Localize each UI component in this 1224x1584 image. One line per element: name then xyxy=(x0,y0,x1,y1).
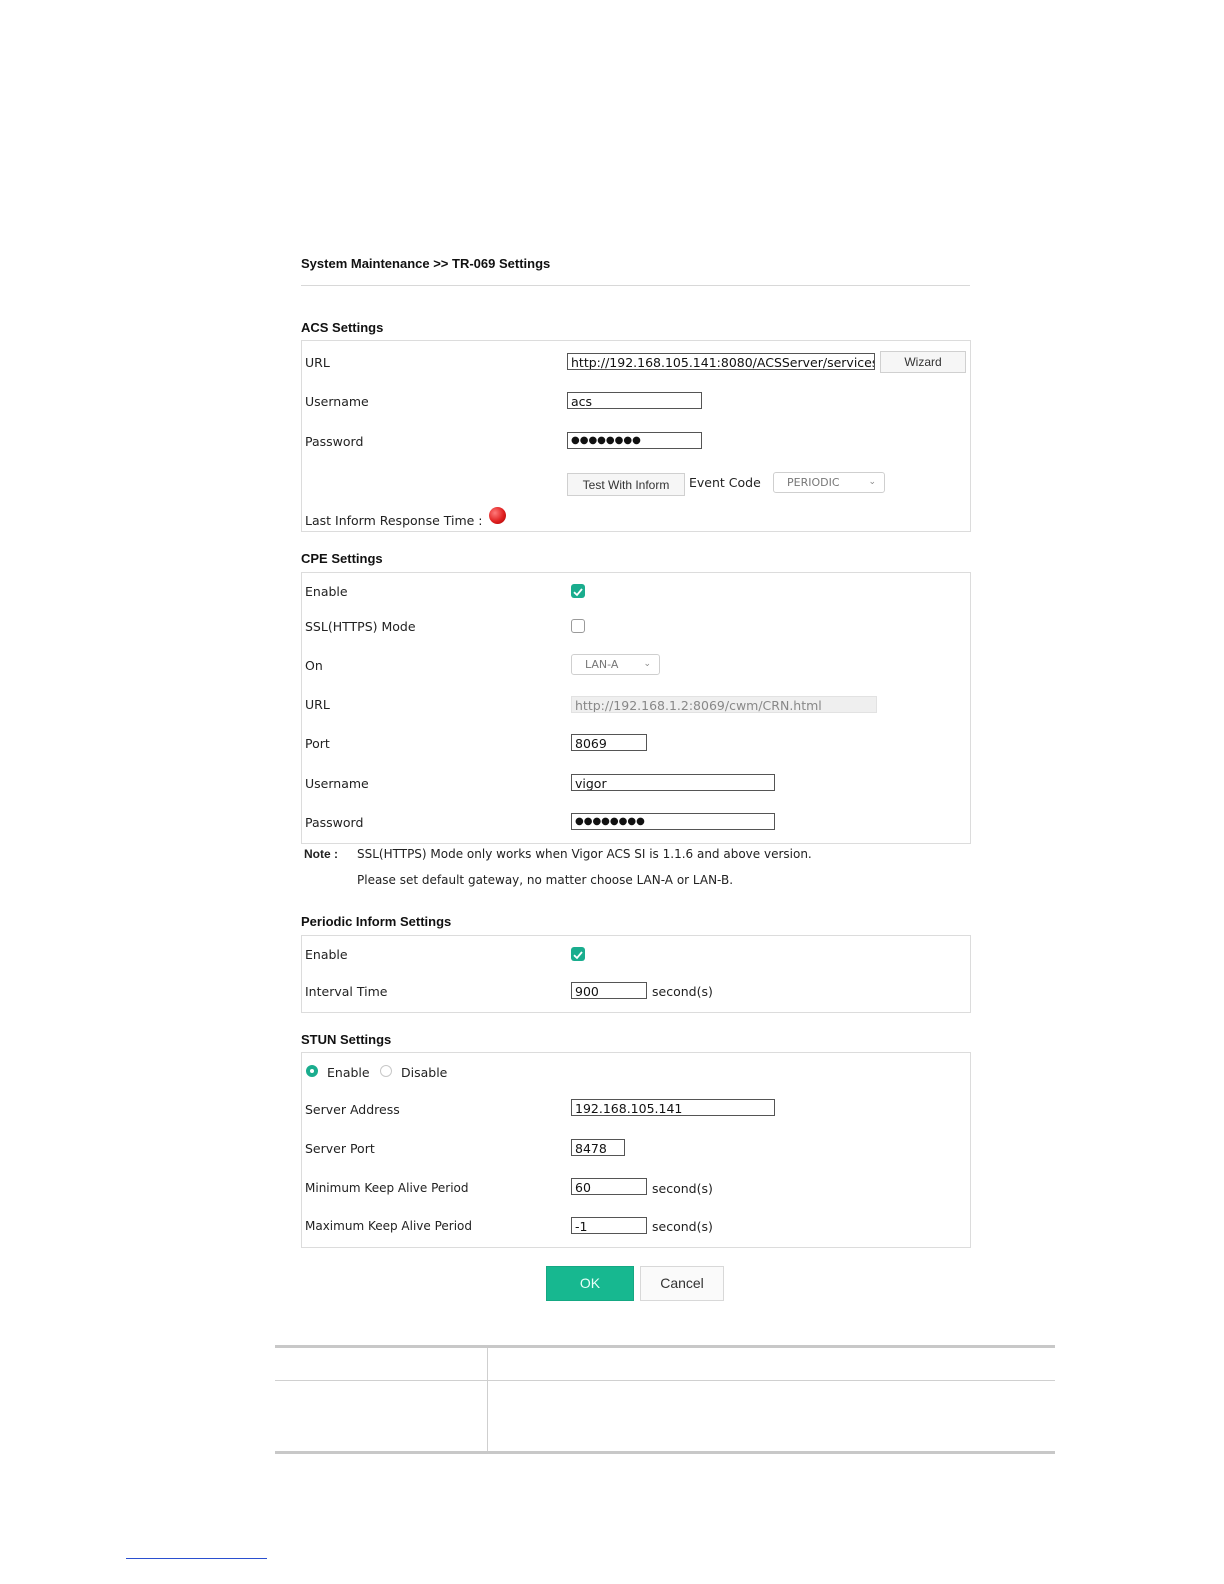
table-row-divider xyxy=(275,1380,1055,1381)
note-line-2: Please set default gateway, no matter ch… xyxy=(357,873,734,887)
table-top-border xyxy=(275,1345,1055,1348)
event-code-select[interactable]: PERIODIC ⌄ xyxy=(773,472,885,493)
max-keep-alive-label: Maximum Keep Alive Period xyxy=(305,1219,473,1233)
stun-enable-radio[interactable] xyxy=(306,1065,318,1077)
checkmark-icon xyxy=(573,951,583,960)
periodic-enable-label: Enable xyxy=(305,947,348,962)
server-address-input[interactable]: 192.168.105.141 xyxy=(571,1099,775,1116)
acs-section-title: ACS Settings xyxy=(301,320,384,335)
server-port-label: Server Port xyxy=(305,1141,375,1156)
cpe-password-input[interactable]: ●●●●●●●● xyxy=(571,813,775,830)
test-with-inform-button[interactable]: Test With Inform xyxy=(567,473,685,496)
cpe-port-input[interactable]: 8069 xyxy=(571,734,647,751)
cancel-button[interactable]: Cancel xyxy=(640,1266,724,1301)
cpe-url-field: http://192.168.1.2:8069/cwm/CRN.html xyxy=(571,696,877,713)
cpe-enable-label: Enable xyxy=(305,584,348,599)
ssl-mode-checkbox[interactable] xyxy=(571,619,585,633)
max-keep-alive-input[interactable]: -1 xyxy=(571,1217,647,1234)
periodic-section-title: Periodic Inform Settings xyxy=(301,914,452,929)
note-label: Note : xyxy=(304,847,338,861)
server-address-label: Server Address xyxy=(305,1102,400,1117)
stun-section-title: STUN Settings xyxy=(301,1032,392,1047)
cpe-password-label: Password xyxy=(305,815,364,830)
max-keep-alive-unit: second(s) xyxy=(652,1219,713,1234)
min-keep-alive-unit: second(s) xyxy=(652,1181,713,1196)
checkmark-icon xyxy=(573,588,583,597)
acs-username-label: Username xyxy=(305,394,369,409)
stun-enable-label: Enable xyxy=(327,1065,370,1080)
interval-unit-label: second(s) xyxy=(652,984,713,999)
cpe-on-value: LAN-A xyxy=(585,658,619,671)
cpe-section-title: CPE Settings xyxy=(301,551,383,566)
wizard-button[interactable]: Wizard xyxy=(880,351,966,373)
page-title: System Maintenance >> TR-069 Settings xyxy=(301,256,551,271)
periodic-settings-panel xyxy=(301,935,971,1013)
event-code-label: Event Code xyxy=(689,475,761,490)
ok-button[interactable]: OK xyxy=(546,1266,634,1301)
table-column-divider xyxy=(487,1348,488,1452)
note-line-1: SSL(HTTPS) Mode only works when Vigor AC… xyxy=(357,847,812,861)
stun-disable-radio[interactable] xyxy=(380,1065,392,1077)
cpe-url-label: URL xyxy=(305,697,330,712)
acs-password-label: Password xyxy=(305,434,364,449)
acs-username-input[interactable]: acs xyxy=(567,392,702,409)
footer-link-underline xyxy=(126,1558,267,1559)
interval-time-input[interactable]: 900 xyxy=(571,982,647,999)
table-bottom-border xyxy=(275,1451,1055,1454)
min-keep-alive-label: Minimum Keep Alive Period xyxy=(305,1181,469,1195)
cpe-username-label: Username xyxy=(305,776,369,791)
last-inform-label: Last Inform Response Time : xyxy=(305,513,483,528)
cpe-on-select[interactable]: LAN-A ⌄ xyxy=(571,654,660,675)
interval-time-label: Interval Time xyxy=(305,984,388,999)
cpe-enable-checkbox[interactable] xyxy=(571,584,585,598)
title-divider xyxy=(301,285,970,286)
cpe-port-label: Port xyxy=(305,736,330,751)
acs-password-input[interactable]: ●●●●●●●● xyxy=(567,432,702,449)
ssl-mode-label: SSL(HTTPS) Mode xyxy=(305,619,416,634)
acs-url-input[interactable]: http://192.168.105.141:8080/ACSServer/se… xyxy=(567,353,875,370)
chevron-down-icon: ⌄ xyxy=(868,477,876,487)
server-port-input[interactable]: 8478 xyxy=(571,1139,625,1156)
cpe-username-input[interactable]: vigor xyxy=(571,774,775,791)
min-keep-alive-input[interactable]: 60 xyxy=(571,1178,647,1195)
acs-url-label: URL xyxy=(305,355,330,370)
chevron-down-icon: ⌄ xyxy=(643,659,651,669)
stun-disable-label: Disable xyxy=(401,1065,448,1080)
status-dot-icon xyxy=(489,507,506,524)
event-code-value: PERIODIC xyxy=(787,476,840,489)
cpe-on-label: On xyxy=(305,658,323,673)
periodic-enable-checkbox[interactable] xyxy=(571,947,585,961)
